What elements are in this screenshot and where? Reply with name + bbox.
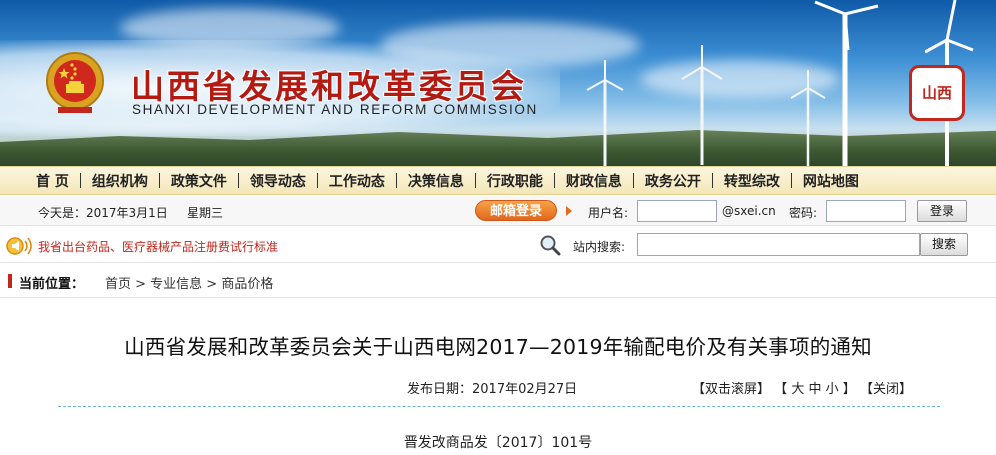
- nav-finance-info[interactable]: 财政信息: [566, 171, 622, 191]
- breadcrumb-path[interactable]: 首页 > 专业信息 > 商品价格: [105, 273, 273, 292]
- header-banner: 山西省发展和改革委员会 SHANXI DEVELOPMENT AND REFOR…: [0, 0, 996, 166]
- wind-turbine-icon: [814, 0, 879, 166]
- username-label: 用户名:: [588, 206, 629, 220]
- breadcrumb-label: 当前位置：: [19, 277, 85, 292]
- magnifier-icon: [540, 235, 561, 256]
- nav-separator: [395, 173, 397, 188]
- nav-sitemap[interactable]: 网站地图: [803, 171, 859, 191]
- nav-separator: [711, 173, 713, 188]
- nav-admin-functions[interactable]: 行政职能: [487, 171, 543, 191]
- arrow-right-icon: [566, 206, 572, 216]
- nav-separator: [553, 173, 555, 188]
- article-title: 山西省发展和改革委员会关于山西电网2017—2019年输配电价及有关事项的通知: [124, 335, 872, 359]
- search-button[interactable]: 搜索: [920, 233, 968, 256]
- publish-date: 发布日期：2017年02月27日: [407, 382, 578, 397]
- article-tools: 【双击滚屏】 【 大 中 小 】 【关闭】: [692, 378, 912, 397]
- notice-link[interactable]: 我省出台药品、医疗器械产品注册费试行标准: [38, 238, 278, 255]
- username-input[interactable]: [637, 200, 717, 222]
- nav-organization[interactable]: 组织机构: [92, 171, 148, 191]
- nav-separator: [474, 173, 476, 188]
- font-size-small-link[interactable]: 小: [826, 382, 839, 397]
- current-weekday: 星期三: [187, 206, 224, 220]
- nav-transformation-reform[interactable]: 转型综改: [724, 171, 780, 191]
- mail-domain: @sxei.cn: [722, 204, 776, 218]
- nav-leadership-news[interactable]: 领导动态: [250, 171, 306, 191]
- nav-home[interactable]: 首 页: [36, 171, 69, 191]
- nav-separator: [158, 173, 160, 188]
- font-size-large-link[interactable]: 大: [791, 382, 804, 397]
- password-input[interactable]: [826, 200, 906, 222]
- nav-separator: [632, 173, 634, 188]
- password-label: 密码:: [789, 206, 818, 220]
- wind-turbine-icon: [586, 60, 624, 166]
- site-search-input[interactable]: [637, 233, 920, 256]
- font-size-medium-link[interactable]: 中: [808, 382, 821, 397]
- close-page-link[interactable]: 【关闭】: [860, 382, 912, 397]
- nav-separator: [316, 173, 318, 188]
- login-bar: 今天是：2017年3月1日 星期三 邮箱登录 用户名: @sxei.cn 密码:…: [0, 196, 996, 226]
- nav-government-affairs[interactable]: 政务公开: [645, 171, 701, 191]
- site-title: 山西省发展和改革委员会: [131, 67, 527, 106]
- nav-separator: [790, 173, 792, 188]
- divider: [58, 406, 940, 407]
- breadcrumb: 当前位置： 首页 > 专业信息 > 商品价格: [0, 264, 996, 298]
- national-emblem-icon: [46, 52, 104, 113]
- double-click-scroll-link[interactable]: 【双击滚屏】: [692, 382, 770, 397]
- nav-separator: [79, 173, 81, 188]
- current-date: 今天是：2017年3月1日: [38, 206, 168, 220]
- document-number: 晋发改商品发〔2017〕101号: [403, 435, 593, 451]
- font-size-bracket-open: 【: [774, 382, 788, 397]
- login-button[interactable]: 登录: [917, 200, 967, 222]
- nav-policy-documents[interactable]: 政策文件: [171, 171, 227, 191]
- seal-text: 山西: [921, 84, 952, 102]
- site-search-label: 站内搜索:: [573, 240, 626, 254]
- breadcrumb-marker: [8, 274, 12, 288]
- wind-turbine-icon: [681, 45, 723, 165]
- font-size-bracket-close: 】: [842, 382, 856, 397]
- seal-logo: 山西: [909, 65, 965, 121]
- notice-search-bar: 我省出台药品、医疗器械产品注册费试行标准 站内搜索: 搜索: [0, 227, 996, 263]
- main-nav: 首 页 组织机构 政策文件 领导动态 工作动态 决策信息 行政职能 财政信息 政…: [0, 166, 996, 195]
- nav-separator: [237, 173, 239, 188]
- mail-login-button[interactable]: 邮箱登录: [475, 200, 557, 221]
- speaker-icon: [6, 237, 32, 255]
- nav-work-news[interactable]: 工作动态: [329, 171, 385, 191]
- nav-decision-info[interactable]: 决策信息: [408, 171, 464, 191]
- site-subtitle: SHANXI DEVELOPMENT AND REFORM COMMISSION: [132, 102, 538, 117]
